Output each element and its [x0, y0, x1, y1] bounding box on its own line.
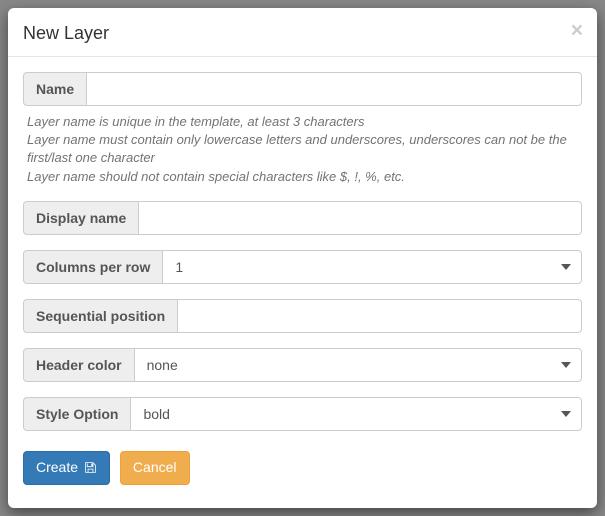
name-input[interactable]: [86, 72, 582, 106]
style-option-select[interactable]: bold: [130, 397, 582, 431]
close-icon: ×: [571, 19, 583, 42]
header-color-group: Header color none: [23, 348, 582, 382]
modal-body: Name Layer name is unique in the templat…: [8, 57, 597, 508]
display-name-group: Display name: [23, 201, 582, 235]
modal-header: New Layer ×: [8, 8, 597, 57]
name-help-line-1: Layer name is unique in the template, at…: [27, 113, 582, 131]
name-group: Name: [23, 72, 582, 106]
button-row: Create Cancel: [23, 451, 582, 485]
name-help-line-2: Layer name must contain only lowercase l…: [27, 131, 582, 167]
name-label: Name: [23, 72, 86, 106]
cancel-button-label: Cancel: [133, 458, 177, 478]
columns-per-row-group: Columns per row 1: [23, 250, 582, 284]
display-name-label: Display name: [23, 201, 138, 235]
cancel-button[interactable]: Cancel: [120, 451, 190, 485]
sequential-position-group: Sequential position: [23, 299, 582, 333]
header-color-select[interactable]: none: [134, 348, 582, 382]
style-option-label: Style Option: [23, 397, 130, 431]
name-help-text: Layer name is unique in the template, at…: [27, 113, 582, 186]
sequential-position-label: Sequential position: [23, 299, 177, 333]
name-help-line-3: Layer name should not contain special ch…: [27, 168, 582, 186]
modal-title: New Layer: [23, 23, 109, 43]
new-layer-modal: New Layer × Name Layer name is unique in…: [8, 8, 597, 508]
create-button-label: Create: [36, 458, 78, 478]
columns-per-row-select[interactable]: 1: [162, 250, 582, 284]
display-name-input[interactable]: [138, 201, 582, 235]
style-option-group: Style Option bold: [23, 397, 582, 431]
columns-per-row-label: Columns per row: [23, 250, 162, 284]
header-color-label: Header color: [23, 348, 134, 382]
create-button[interactable]: Create: [23, 451, 110, 485]
save-icon: [84, 461, 97, 474]
close-button[interactable]: ×: [571, 20, 583, 41]
sequential-position-input[interactable]: [177, 299, 582, 333]
